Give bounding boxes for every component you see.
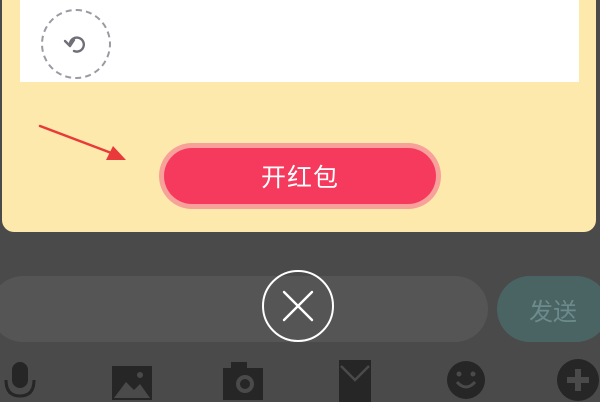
- annotation-arrow-icon: [38, 124, 126, 160]
- close-icon: [282, 290, 314, 322]
- red-packet-modal: 开红包: [2, 0, 596, 232]
- plus-icon[interactable]: [556, 358, 600, 402]
- open-red-packet-button[interactable]: 开红包: [159, 143, 441, 209]
- undo-icon: [63, 36, 85, 53]
- camera-icon[interactable]: [221, 358, 265, 402]
- emoji-icon[interactable]: [446, 358, 490, 402]
- red-packet-icon[interactable]: [337, 358, 381, 402]
- message-input[interactable]: [0, 276, 488, 342]
- send-button[interactable]: 发送: [497, 276, 600, 342]
- message-area: [20, 0, 579, 82]
- close-button[interactable]: [262, 270, 334, 342]
- open-red-packet-label: 开红包: [164, 148, 436, 204]
- microphone-icon[interactable]: [0, 358, 44, 402]
- undo-button[interactable]: [41, 9, 111, 79]
- image-icon[interactable]: [110, 358, 154, 402]
